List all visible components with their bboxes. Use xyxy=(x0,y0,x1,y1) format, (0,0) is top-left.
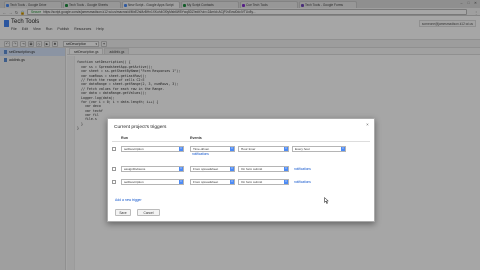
column-header-events: Events xyxy=(190,136,202,140)
close-icon[interactable]: × xyxy=(365,122,370,127)
select-value: setDescription xyxy=(124,147,144,151)
dropdown-arrow-icon: ⇕ xyxy=(230,180,234,184)
dropdown-arrow-icon: ⇕ xyxy=(284,147,288,151)
triggers-dialog: Current project's triggers × Run Events … xyxy=(107,118,375,222)
select-value: From spreadsheet xyxy=(193,180,219,184)
dialog-title: Current project's triggers xyxy=(114,125,167,130)
select-value: setDescription xyxy=(124,180,144,184)
trigger-row: assignDivisions ⇕ From spreadsheet ⇕ On fo… xyxy=(112,166,370,176)
dropdown-arrow-icon: ⇕ xyxy=(341,147,345,151)
trigger-row: setDescription ⇕ Time-driven ⇕ Hour timer ⇕… xyxy=(112,146,370,156)
event-type-select[interactable]: Hour timer ⇕ xyxy=(238,146,289,152)
event-value-select[interactable]: Every hour ⇕ xyxy=(292,146,346,152)
select-value: Time-driven xyxy=(193,147,210,151)
divider xyxy=(112,141,370,142)
remove-trigger-checkbox[interactable] xyxy=(112,147,116,151)
cancel-button[interactable]: Cancel xyxy=(137,209,160,216)
notifications-link[interactable]: notifications xyxy=(192,152,209,156)
run-function-select[interactable]: setDescription ⇕ xyxy=(121,179,184,185)
event-source-select[interactable]: Time-driven ⇕ xyxy=(190,146,235,152)
event-source-select[interactable]: From spreadsheet ⇕ xyxy=(190,166,235,172)
remove-trigger-checkbox[interactable] xyxy=(112,167,116,171)
event-type-select[interactable]: On form submit ⇕ xyxy=(238,166,289,172)
dropdown-arrow-icon: ⇕ xyxy=(284,180,288,184)
select-value: Hour timer xyxy=(241,147,256,151)
save-button[interactable]: Save xyxy=(115,209,131,216)
select-value: assignDivisions xyxy=(124,167,146,171)
notifications-link[interactable]: notifications xyxy=(294,180,311,184)
select-value: On form submit xyxy=(241,167,263,171)
dropdown-arrow-icon: ⇕ xyxy=(179,147,183,151)
dropdown-arrow-icon: ⇕ xyxy=(230,167,234,171)
add-trigger-link[interactable]: Add a new trigger xyxy=(115,198,142,202)
mouse-cursor-icon xyxy=(324,197,329,204)
run-function-select[interactable]: setDescription ⇕ xyxy=(121,146,184,152)
trigger-row: setDescription ⇕ From spreadsheet ⇕ On for… xyxy=(112,179,370,189)
event-type-select[interactable]: On form submit ⇕ xyxy=(238,179,289,185)
run-function-select[interactable]: assignDivisions ⇕ xyxy=(121,166,184,172)
event-source-select[interactable]: From spreadsheet ⇕ xyxy=(190,179,235,185)
select-value: From spreadsheet xyxy=(193,167,219,171)
dropdown-arrow-icon: ⇕ xyxy=(284,167,288,171)
dropdown-arrow-icon: ⇕ xyxy=(230,147,234,151)
dropdown-arrow-icon: ⇕ xyxy=(179,167,183,171)
dropdown-arrow-icon: ⇕ xyxy=(179,180,183,184)
column-header-run: Run xyxy=(121,136,128,140)
select-value: On form submit xyxy=(241,180,263,184)
notifications-link[interactable]: notifications xyxy=(294,167,311,171)
select-value: Every hour xyxy=(295,147,310,151)
remove-trigger-checkbox[interactable] xyxy=(112,180,116,184)
